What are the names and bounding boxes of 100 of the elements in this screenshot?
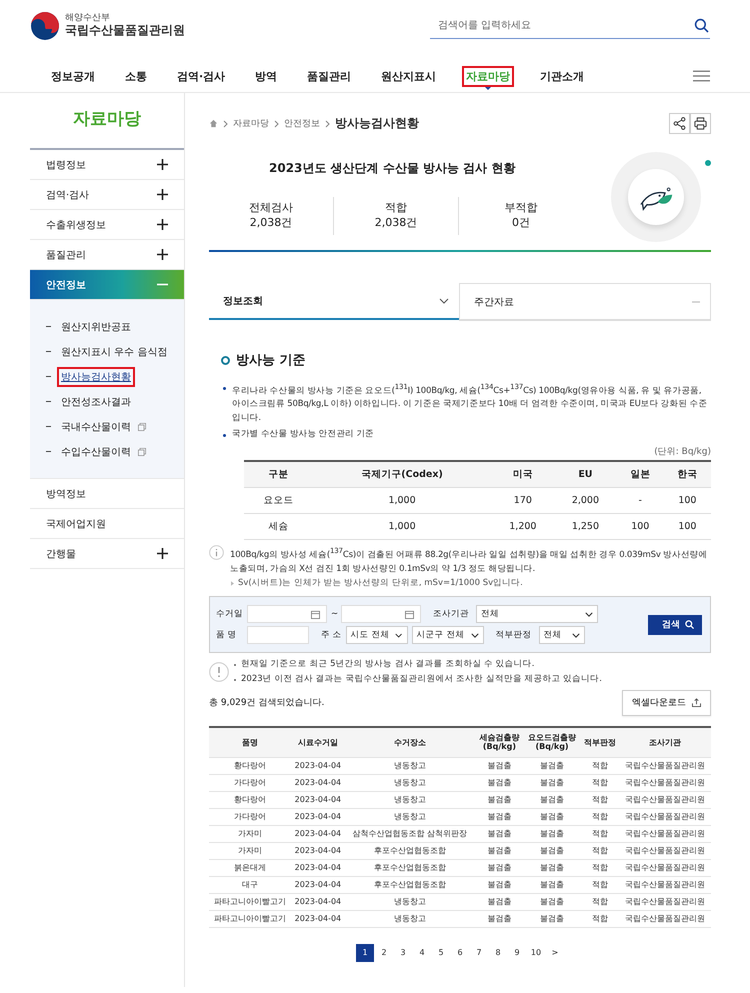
table-cell: 불검출 xyxy=(475,893,524,910)
page-link[interactable]: 6 xyxy=(451,944,469,962)
page-link[interactable]: 1 xyxy=(356,944,374,962)
tab[interactable]: 정보조회 xyxy=(209,283,459,320)
bullet-text: 국가별 수산물 방사능 안전관리 기준 xyxy=(232,428,374,441)
table-cell: 황다랑어 xyxy=(209,757,292,774)
submenu-link[interactable]: 원산지위반공표 xyxy=(57,316,135,336)
nav-tab[interactable]: 방역 xyxy=(251,66,282,86)
plus-icon[interactable] xyxy=(157,548,168,559)
nav-tab[interactable]: 정보공개 xyxy=(47,66,99,86)
agency-select[interactable]: 전체 xyxy=(476,605,598,624)
table-cell: 2,000 xyxy=(554,488,617,514)
search-icon[interactable] xyxy=(685,620,694,630)
submenu-link[interactable]: 국내수산물이력 xyxy=(57,416,135,436)
result-count: 총 9,029건 검색되었습니다. xyxy=(209,697,324,710)
notice-text: 현재일 기준으로 최근 5년간의 방사능 검사 결과를 조회하실 수 있습니다. xyxy=(241,658,534,672)
stat-value: 2,038건 xyxy=(250,216,292,231)
table-cell: 100 xyxy=(616,514,664,540)
excel-download-button[interactable]: 엑셀다운로드 xyxy=(622,690,711,716)
submenu-link[interactable]: 수입수산물이력 xyxy=(57,442,135,462)
table-cell: 100 xyxy=(664,514,711,540)
table-cell: 파타고니아이빨고기 xyxy=(209,910,292,928)
province-select[interactable]: 시도 전체 xyxy=(346,626,408,644)
page-link[interactable]: 8 xyxy=(489,944,507,962)
chevron-down-icon[interactable] xyxy=(470,632,479,638)
plus-icon[interactable] xyxy=(157,159,168,170)
nav-tab[interactable]: 기관소개 xyxy=(536,66,588,86)
page-link[interactable]: 2 xyxy=(375,944,393,962)
table-cell: 가다랑어 xyxy=(209,808,292,826)
share-icon[interactable] xyxy=(673,117,686,130)
chevron-down-icon[interactable] xyxy=(585,612,593,617)
table-cell: 적합 xyxy=(580,842,620,860)
table-cell: 파타고니아이빨고기 xyxy=(209,893,292,910)
page-link[interactable]: 5 xyxy=(432,944,450,962)
plus-icon[interactable] xyxy=(157,219,168,230)
district-select[interactable]: 시군구 전체 xyxy=(412,626,484,644)
sidebar-item[interactable]: 검역·검사 xyxy=(30,180,184,210)
table-cell: 2023-04-04 xyxy=(291,859,344,876)
page-link[interactable]: 9 xyxy=(508,944,526,962)
sidebar-item[interactable]: 국제어업지원 xyxy=(30,509,184,539)
sidebar-item[interactable]: 안전정보 xyxy=(30,270,184,300)
calendar-icon[interactable] xyxy=(311,610,320,619)
column-header: 미국 xyxy=(492,461,554,488)
table-cell: 적합 xyxy=(580,893,620,910)
chevron-down-icon[interactable] xyxy=(395,632,403,638)
next-page-button[interactable]: > xyxy=(546,944,564,962)
share-button[interactable] xyxy=(669,113,690,134)
breadcrumb-link[interactable]: 안전정보 xyxy=(284,117,320,130)
nav-tab[interactable]: 소통 xyxy=(121,66,151,86)
field-label: 조사기관 xyxy=(433,608,469,620)
plus-icon[interactable] xyxy=(157,249,168,260)
org-name[interactable]: 국립수산물품질관리원 xyxy=(65,24,185,38)
table-cell: 국립수산물품질관리원 xyxy=(619,791,711,808)
date-field[interactable] xyxy=(341,605,421,624)
submenu-link[interactable]: 방사능검사현황 xyxy=(57,366,135,386)
page-link[interactable]: 4 xyxy=(413,944,431,962)
table-cell: 가다랑어 xyxy=(209,774,292,792)
tab[interactable]: 주간자료 xyxy=(459,283,711,321)
page-link[interactable]: 10 xyxy=(527,944,545,962)
search-icon[interactable] xyxy=(694,18,710,34)
sidebar-item[interactable]: 수출위생정보 xyxy=(30,210,184,240)
chevron-right-icon xyxy=(223,120,228,128)
table-cell: 적합 xyxy=(580,791,620,808)
nav-tab[interactable]: 검역·검사 xyxy=(173,66,230,86)
table-cell: 불검출 xyxy=(523,876,581,894)
table-cell: 2023-04-04 xyxy=(291,876,344,894)
search-button[interactable]: 검색 xyxy=(648,614,702,635)
chevron-down-icon[interactable] xyxy=(572,632,580,638)
field-label: 품 명 xyxy=(216,629,238,642)
date-field[interactable] xyxy=(247,605,327,624)
upload-icon[interactable] xyxy=(692,698,701,708)
stat-label: 전체검사 xyxy=(249,201,293,216)
table-cell: 1,000 xyxy=(312,514,492,540)
verdict-select[interactable]: 전체 xyxy=(538,626,585,644)
submenu-link[interactable]: 원산지표시 우수 음식점 xyxy=(57,342,172,362)
page-link[interactable]: 3 xyxy=(394,944,412,962)
menu-icon[interactable] xyxy=(693,70,710,82)
printer-icon[interactable] xyxy=(694,117,707,130)
chevron-right-icon xyxy=(325,120,330,128)
nav-tab[interactable]: 품질관리 xyxy=(303,66,356,86)
table-cell: 요오드 xyxy=(244,488,313,514)
table-cell: - xyxy=(616,488,664,514)
submenu-link[interactable]: 안전성조사결과 xyxy=(57,392,135,412)
breadcrumb-link[interactable]: 자료마당 xyxy=(233,117,269,130)
home-icon[interactable] xyxy=(209,119,218,128)
table-cell: 가자미 xyxy=(209,825,292,842)
table-cell: 1,000 xyxy=(312,488,492,514)
sidebar-item[interactable]: 방역정보 xyxy=(30,479,184,509)
bullet-dot xyxy=(223,387,226,390)
search-field[interactable]: 검색어를 입력하세요 xyxy=(430,20,694,31)
sidebar-item[interactable]: 간행물 xyxy=(30,539,184,569)
table-cell: 2023-04-04 xyxy=(291,825,344,842)
table-cell: 후포수산업협동조합 xyxy=(344,876,476,894)
page-link[interactable]: 7 xyxy=(470,944,488,962)
calendar-icon[interactable] xyxy=(405,610,414,619)
name-field[interactable] xyxy=(247,626,309,644)
sidebar-item[interactable]: 법령정보 xyxy=(30,150,184,180)
nav-tab[interactable]: 원산지표시 xyxy=(377,66,440,86)
print-button[interactable] xyxy=(690,113,711,134)
plus-icon[interactable] xyxy=(157,189,168,200)
